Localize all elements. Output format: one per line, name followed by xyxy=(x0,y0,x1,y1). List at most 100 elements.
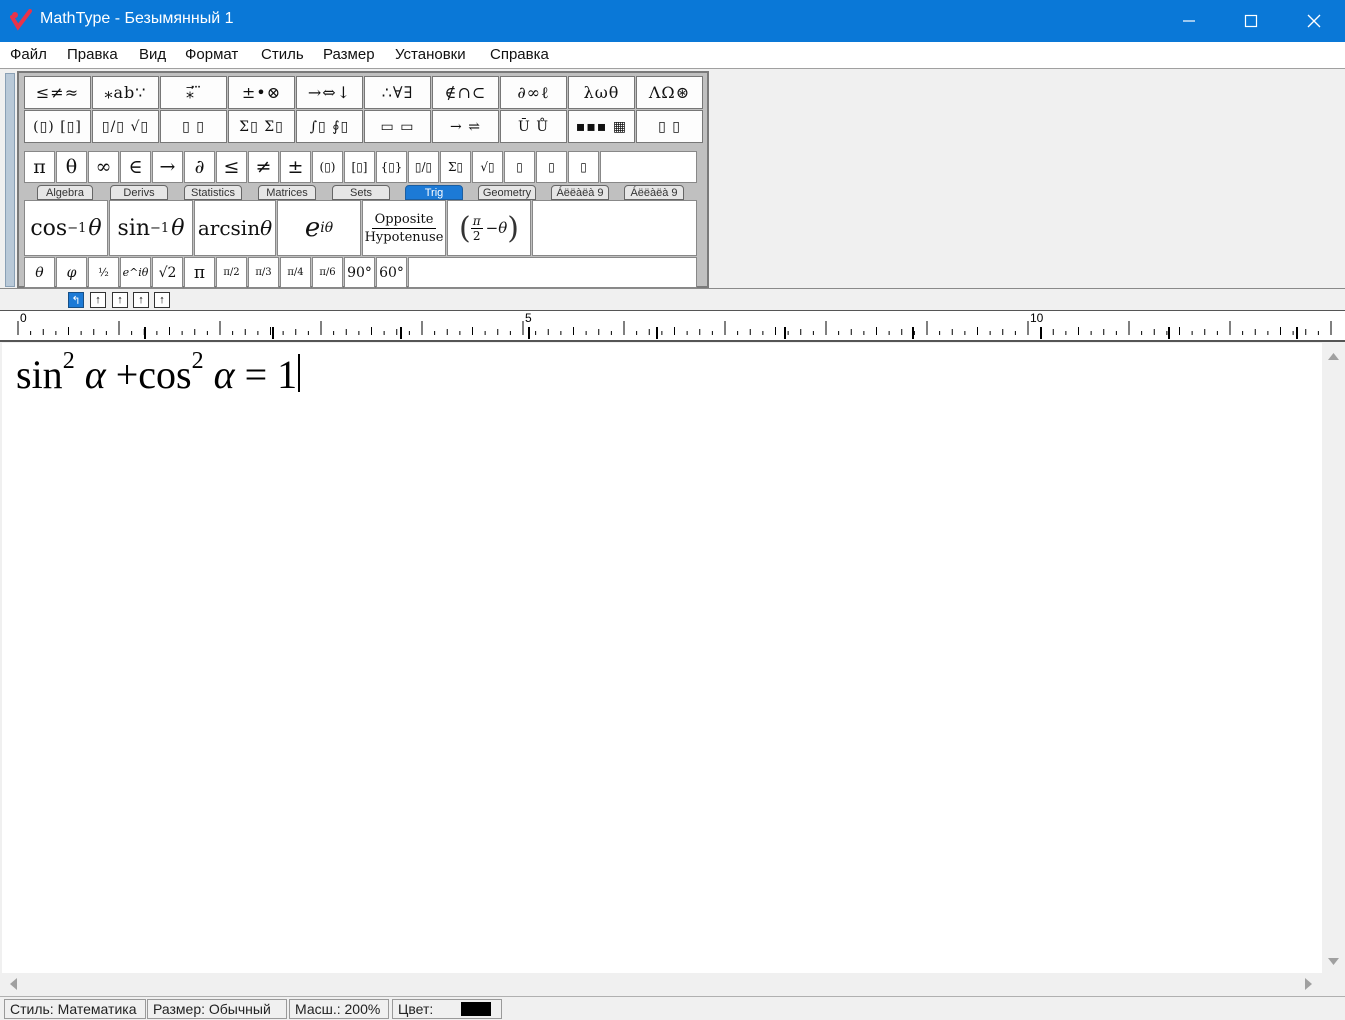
ruler-label-0: 0 xyxy=(20,311,27,325)
minimize-button[interactable] xyxy=(1158,0,1220,42)
vertical-scrollbar[interactable] xyxy=(1322,343,1345,973)
template-complement-angle[interactable]: ( π 2 −θ ) xyxy=(447,200,531,256)
operators-palette-button[interactable]: ±•⊗ xyxy=(228,76,295,109)
fractions-radicals-palette-button[interactable]: ▯/▯ √▯ xyxy=(92,110,159,143)
menu-style[interactable]: Стиль xyxy=(261,46,304,63)
tab-matrices[interactable]: Matrices xyxy=(258,185,316,200)
small-half-button[interactable]: ½ xyxy=(88,257,119,288)
menu-file[interactable]: Файл xyxy=(10,46,47,63)
symbol-infinity-button[interactable]: ∞ xyxy=(88,151,119,183)
maximize-icon xyxy=(1244,14,1258,28)
set-theory-palette-button[interactable]: ∉∩⊂ xyxy=(432,76,499,109)
toolbar-grip[interactable] xyxy=(5,73,15,287)
template-braces-button[interactable]: {▯} xyxy=(376,151,407,183)
tabstop-relation-button[interactable]: ↑ xyxy=(133,292,149,308)
spaces-ellipses-palette-button[interactable]: ⁎ab∵ xyxy=(92,76,159,109)
menu-help[interactable]: Справка xyxy=(490,46,549,63)
small-pi-button[interactable]: π xyxy=(184,257,215,288)
ruler-ticks xyxy=(17,321,1332,339)
symbol-arrow-button[interactable]: → xyxy=(152,151,183,183)
template-sum-button[interactable]: Σ▯ xyxy=(440,151,471,183)
template-fraction-button[interactable]: ▯/▯ xyxy=(408,151,439,183)
small-60-degrees-button[interactable]: 60° xyxy=(376,257,407,288)
toolbar-area: ≤≠≈ ⁎ab∵ ⁎⃗ ⃛ ±•⊗ →⇔↓ ∴∀∃ ∉∩⊂ ∂∞ℓ λωθ ΛΩ… xyxy=(0,69,1345,289)
tabstop-center-button[interactable]: ↑ xyxy=(90,292,106,308)
template-arccos-theta[interactable]: cos −1 θ xyxy=(24,200,108,256)
greek-lower-palette-button[interactable]: λωθ xyxy=(568,76,635,109)
template-arcsin-theta[interactable]: arcsin θ xyxy=(194,200,276,256)
small-phi-button[interactable]: φ xyxy=(56,257,87,288)
symbol-theta-button[interactable]: θ xyxy=(56,151,87,183)
embellishments-palette-button[interactable]: ⁎⃗ ⃛ xyxy=(160,76,227,109)
small-90-degrees-button[interactable]: 90° xyxy=(344,257,375,288)
symbol-neq-button[interactable]: ≠ xyxy=(248,151,279,183)
overbars-palette-button[interactable]: ▭ ▭ xyxy=(364,110,431,143)
boxes-palette-button[interactable]: ▯ ▯ xyxy=(636,110,703,143)
close-button[interactable] xyxy=(1283,0,1345,42)
template-parentheses-button[interactable]: (▯) xyxy=(312,151,343,183)
template-subscript-button[interactable]: ▯ xyxy=(536,151,567,183)
matrices-palette-button[interactable]: ▪▪▪ ▦ xyxy=(568,110,635,143)
menu-size[interactable]: Размер xyxy=(323,46,375,63)
symbol-plusminus-button[interactable]: ± xyxy=(280,151,311,183)
equation-editor[interactable]: sin2 α +cos2 α = 1 xyxy=(2,343,1322,973)
small-pi-over-3-button[interactable]: π/3 xyxy=(248,257,279,288)
small-pi-over-2-button[interactable]: π/2 xyxy=(216,257,247,288)
menu-format[interactable]: Формат xyxy=(185,46,238,63)
scroll-left-arrow-icon[interactable] xyxy=(4,973,24,995)
template-superscript-button[interactable]: ▯ xyxy=(504,151,535,183)
symbol-leq-button[interactable]: ≤ xyxy=(216,151,247,183)
tabstop-bar: ↰ ↑ ↑ ↑ ↑ xyxy=(0,290,1345,310)
small-pi-over-4-button[interactable]: π/4 xyxy=(280,257,311,288)
small-sqrt2-button[interactable]: √2 xyxy=(152,257,183,288)
tab-trig[interactable]: Trig xyxy=(405,185,463,200)
small-theta-button[interactable]: θ xyxy=(24,257,55,288)
menu-edit[interactable]: Правка xyxy=(67,46,118,63)
tabstop-left-button[interactable]: ↰ xyxy=(68,292,84,308)
status-bar: Стиль: Математика Размер: Обычный Масш.:… xyxy=(0,996,1345,1020)
arrows-palette-button[interactable]: →⇔↓ xyxy=(296,76,363,109)
menu-view[interactable]: Вид xyxy=(139,46,166,63)
right-paren-glyph: ) xyxy=(507,210,519,246)
horizontal-scrollbar[interactable] xyxy=(0,973,1322,995)
template-arcsin-power-theta[interactable]: sin −1 θ xyxy=(109,200,193,256)
relations-palette-button[interactable]: ≤≠≈ xyxy=(24,76,91,109)
template-exp: −1 xyxy=(67,220,87,236)
misc-symbols-palette-button[interactable]: ∂∞ℓ xyxy=(500,76,567,109)
scroll-up-arrow-icon[interactable] xyxy=(1322,347,1345,367)
ruler[interactable]: 0 5 10 xyxy=(0,310,1345,342)
summation-palette-button[interactable]: Σ▯ Σ▯ xyxy=(228,110,295,143)
template-brackets-button[interactable]: [▯] xyxy=(344,151,375,183)
tabstop-right-button[interactable]: ↑ xyxy=(112,292,128,308)
template-exp-itheta[interactable]: e iθ xyxy=(277,200,361,256)
tab-sets[interactable]: Sets xyxy=(332,185,390,200)
template-opposite-hypotenuse[interactable]: Opposite Hypotenuse xyxy=(362,200,446,256)
tab-custom-8[interactable]: Áëëàëà 9 xyxy=(551,185,609,200)
scroll-right-arrow-icon[interactable] xyxy=(1298,973,1318,995)
equation[interactable]: sin2 α +cos2 α = 1 xyxy=(16,348,301,398)
template-sqrt-button[interactable]: √▯ xyxy=(472,151,503,183)
tab-algebra[interactable]: Algebra xyxy=(37,185,93,200)
scroll-down-arrow-icon[interactable] xyxy=(1322,951,1345,971)
integrals-palette-button[interactable]: ∫▯ ∮▯ xyxy=(296,110,363,143)
logic-palette-button[interactable]: ∴∀∃ xyxy=(364,76,431,109)
maximize-button[interactable] xyxy=(1220,0,1282,42)
symbol-pi-button[interactable]: π xyxy=(24,151,55,183)
symbol-element-of-button[interactable]: ∈ xyxy=(120,151,151,183)
template-fn: sin xyxy=(117,215,151,241)
tab-geometry[interactable]: Geometry xyxy=(478,185,536,200)
subscripts-palette-button[interactable]: ▯ ▯ xyxy=(160,110,227,143)
menu-preferences[interactable]: Установки xyxy=(395,46,466,63)
greek-upper-palette-button[interactable]: ΛΩ⊛ xyxy=(636,76,703,109)
symbol-partial-button[interactable]: ∂ xyxy=(184,151,215,183)
products-palette-button[interactable]: Ū Ů xyxy=(500,110,567,143)
tabstop-decimal-button[interactable]: ↑ xyxy=(154,292,170,308)
tab-custom-9[interactable]: Áëëàëà 9 xyxy=(624,185,684,200)
small-pi-over-6-button[interactable]: π/6 xyxy=(312,257,343,288)
small-exp-itheta-button[interactable]: e^iθ xyxy=(120,257,151,288)
template-subsup-button[interactable]: ▯ xyxy=(568,151,599,183)
tab-derivs[interactable]: Derivs xyxy=(110,185,168,200)
labeled-arrows-palette-button[interactable]: → ⇌ xyxy=(432,110,499,143)
fences-palette-button[interactable]: (▯) [▯] xyxy=(24,110,91,143)
tab-statistics[interactable]: Statistics xyxy=(184,185,242,200)
